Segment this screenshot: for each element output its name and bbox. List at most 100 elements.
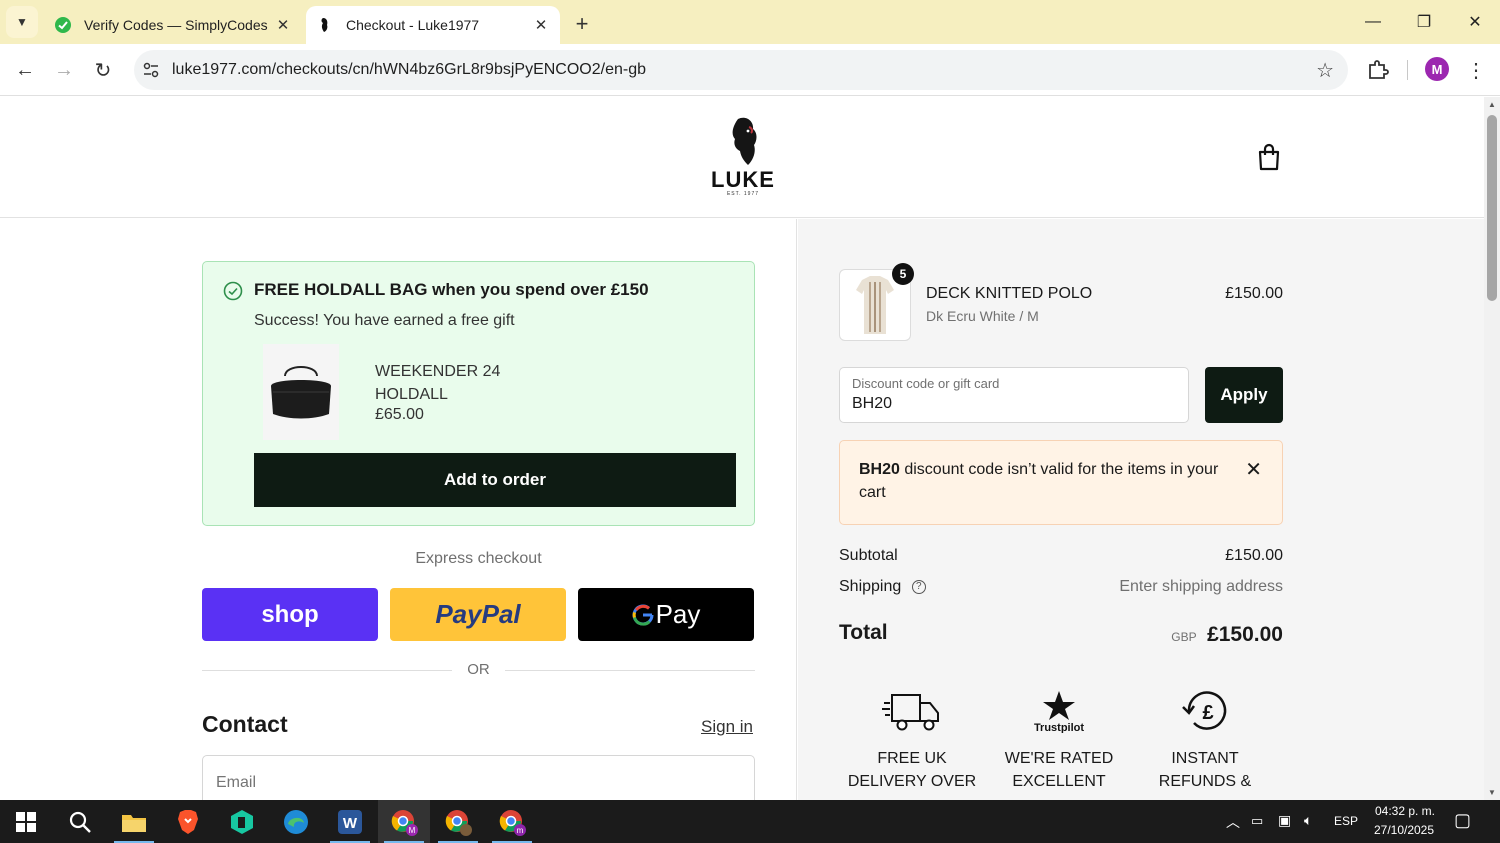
dismiss-error-close-icon[interactable]: ✕ [1245,457,1262,482]
quantity-badge: 5 [892,263,914,285]
free-gift-banner: FREE HOLDALL BAG when you spend over £15… [202,261,755,526]
tab-title: Verify Codes — SimplyCodes [84,17,268,33]
or-label: OR [467,661,490,678]
brave-browser-icon[interactable] [162,800,214,843]
network-icon[interactable]: ▣ [1278,812,1291,829]
tab-checkout[interactable]: Checkout - Luke1977 ✕ [306,6,560,44]
total-currency: GBP [1171,630,1197,644]
success-check-icon [223,281,243,301]
logo-wordmark: LUKE [711,167,775,192]
word-app-icon[interactable]: W [324,800,376,843]
shipping-value: Enter shipping address [1119,578,1283,595]
chrome-profile-m-icon[interactable]: M [378,800,430,843]
new-tab-plus-icon[interactable]: + [568,10,596,38]
windows-taskbar: W M m ︿ ▭ ▣ 🔈︎ ESP 04:32 p. m. 27/10/202… [0,800,1500,843]
or-divider: OR [202,659,755,681]
lion-head-icon [732,117,757,165]
trustpilot-icon: Trustpilot [1034,691,1084,733]
clock-date[interactable]: 27/10/2025 [1370,823,1438,837]
page-scrollbar[interactable]: ▲ ▼ [1484,97,1500,800]
site-info-icon[interactable] [142,61,160,79]
discount-code-field[interactable]: Discount code or gift card BH20 [839,367,1189,423]
scroll-down-arrow-icon[interactable]: ▼ [1487,788,1497,797]
discount-field-label: Discount code or gift card [852,376,1000,391]
product-name: DECK KNITTED POLO [926,285,1093,302]
tab-title: Checkout - Luke1977 [346,17,480,33]
shipping-row: Shipping ? Enter shipping address [839,578,1283,596]
feature-instant-refunds: £ INSTANT REFUNDS & [1140,689,1270,793]
chrome-profile-m-icon[interactable]: m [486,800,538,843]
order-summary-column: 5 DECK KNITTED POLO Dk Ecru White / M £1… [798,219,1484,800]
browser-tab-bar: ▼ Verify Codes — SimplyCodes ✕ Checkout … [0,0,1500,44]
paypal-label: PayPal [435,599,521,629]
site-header: LUKE EST. 1977 [0,97,1484,218]
paypal-button[interactable]: PayPal [390,588,566,641]
holdall-bag-image [263,344,339,440]
search-icon[interactable] [54,800,106,843]
discount-error-banner: BH20 discount code isn’t valid for the i… [839,440,1283,525]
browser-toolbar: ← → ↻ luke1977.com/checkouts/cn/hWN4bz6G… [0,44,1500,96]
error-message-text: discount code isn’t valid for the items … [859,461,1219,501]
scrollbar-thumb[interactable] [1487,115,1497,301]
profile-avatar[interactable]: M [1425,57,1449,81]
svg-text:£: £ [1202,702,1213,724]
start-windows-icon[interactable] [0,800,52,843]
trustpilot-label: Trustpilot [1034,722,1084,733]
close-tab-icon[interactable]: ✕ [272,14,294,36]
shop-pay-button[interactable]: shop [202,588,378,641]
feature-text: WE'RE RATED EXCELLENT [1004,750,1114,790]
tab-simplycodes[interactable]: Verify Codes — SimplyCodes ✕ [44,6,302,44]
google-pay-button[interactable]: Pay [578,588,754,641]
svg-text:m: m [517,826,524,835]
battery-icon[interactable]: ▭ [1251,813,1263,829]
chrome-profile-icon[interactable] [432,800,484,843]
product-price: £150.00 [1225,285,1283,302]
shipping-help-icon[interactable]: ? [911,579,926,594]
shopping-bag-icon[interactable] [1256,143,1282,171]
clock-time[interactable]: 04:32 p. m. [1372,804,1438,818]
checkout-page: LUKE EST. 1977 FREE HOLDALL BAG when you… [0,97,1484,800]
subtotal-value: £150.00 [1225,547,1283,564]
google-g-icon [632,604,654,626]
discount-field-value: BH20 [852,395,893,412]
input-language[interactable]: ESP [1334,814,1358,828]
feature-free-delivery: FREE UK DELIVERY OVER [847,689,977,793]
minimize-icon[interactable]: — [1350,6,1396,38]
apply-discount-button[interactable]: Apply [1205,367,1283,423]
address-bar[interactable]: luke1977.com/checkouts/cn/hWN4bz6GrL8r9b… [134,50,1348,90]
back-arrow-icon[interactable]: ← [9,54,41,86]
product-variant: Dk Ecru White / M [926,308,1039,324]
app-green-icon[interactable] [216,800,268,843]
notifications-icon[interactable]: ▢ [1454,810,1471,831]
add-to-order-button[interactable]: Add to order [254,453,736,507]
edge-browser-icon[interactable] [270,800,322,843]
total-row: Total GBP £150.00 [839,621,1283,646]
close-window-icon[interactable]: ✕ [1452,6,1498,38]
gift-title: FREE HOLDALL BAG when you spend over £15… [254,280,649,299]
simplycodes-icon [55,17,71,33]
bookmark-star-icon[interactable]: ☆ [1316,58,1334,83]
tab-search-dropdown-icon[interactable]: ▼ [6,6,38,38]
forward-arrow-icon[interactable]: → [48,54,80,86]
pound-refund-icon: £ [1182,691,1227,730]
reload-icon[interactable]: ↻ [87,54,119,86]
extensions-puzzle-icon[interactable] [1364,56,1392,84]
browser-menu-icon[interactable]: ⋮ [1464,56,1488,84]
scroll-up-arrow-icon[interactable]: ▲ [1487,100,1497,109]
close-tab-icon[interactable]: ✕ [530,14,552,36]
show-hidden-icons-chevron-icon[interactable]: ︿ [1226,812,1240,832]
toolbar-divider [1407,60,1408,80]
file-explorer-icon[interactable] [108,800,160,843]
volume-icon[interactable]: 🔈︎ [1304,812,1312,829]
feature-text: FREE UK DELIVERY OVER [847,750,977,790]
luke-logo[interactable]: LUKE EST. 1977 [708,115,778,197]
subtotal-row: Subtotal £150.00 [839,547,1283,565]
delivery-truck-icon [882,694,939,731]
email-input[interactable] [202,755,755,800]
sign-in-link[interactable]: Sign in [701,717,753,737]
restore-icon[interactable]: ❐ [1401,6,1447,38]
discount-error-message: BH20 discount code isn’t valid for the i… [859,458,1229,504]
contact-heading: Contact [202,711,288,737]
subtotal-label: Subtotal [839,547,898,564]
google-pay-label: Pay [655,599,701,629]
